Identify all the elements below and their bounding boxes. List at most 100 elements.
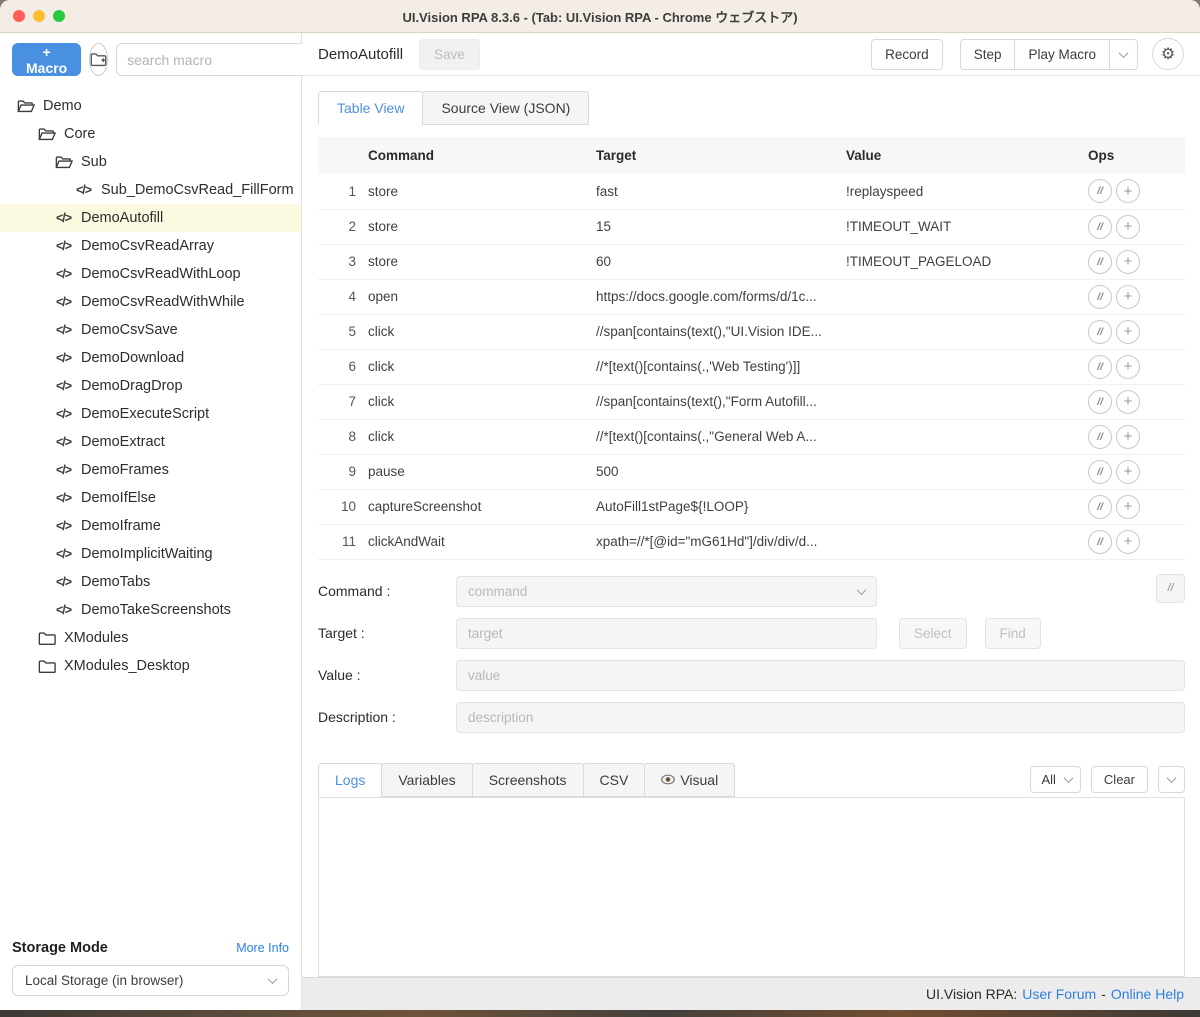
tree-item[interactable]: </> DemoCsvSave (0, 316, 301, 344)
storage-mode-select[interactable]: Local Storage (in browser) (12, 965, 289, 996)
description-input[interactable]: description (456, 702, 1185, 733)
tree-item[interactable]: </> DemoTakeScreenshots (0, 596, 301, 624)
add-step-button[interactable]: + (1116, 530, 1140, 554)
new-macro-button[interactable]: + Macro (12, 43, 81, 76)
tab-variables[interactable]: Variables (381, 763, 472, 797)
macro-step-row[interactable]: 3 store 60 !TIMEOUT_PAGELOAD // + (318, 244, 1185, 279)
tree-item[interactable]: XModules (0, 624, 301, 652)
clear-logs-button[interactable]: Clear (1091, 766, 1148, 793)
tree-item[interactable]: </> DemoAutofill (0, 204, 301, 232)
tree-item[interactable]: Sub (0, 148, 301, 176)
macro-code-icon: </> (54, 575, 73, 589)
more-info-link[interactable]: More Info (236, 941, 289, 955)
record-button[interactable]: Record (871, 39, 943, 70)
tree-item[interactable]: </> DemoCsvReadWithLoop (0, 260, 301, 288)
macro-step-row[interactable]: 8 click //*[text()[contains(.,"General W… (318, 419, 1185, 454)
add-step-button[interactable]: + (1116, 390, 1140, 414)
footer-prefix: UI.Vision RPA: (926, 986, 1017, 1002)
tree-item-label: DemoDragDrop (81, 378, 183, 394)
comment-step-button[interactable]: // (1088, 425, 1112, 449)
tree-item[interactable]: </> DemoFrames (0, 456, 301, 484)
comment-step-button[interactable]: // (1088, 495, 1112, 519)
tree-item[interactable]: </> DemoExecuteScript (0, 400, 301, 428)
online-help-link[interactable]: Online Help (1111, 986, 1184, 1002)
tree-item-label: DemoDownload (81, 350, 184, 366)
zoom-window-button[interactable] (53, 10, 65, 22)
tree-item-label: DemoCsvSave (81, 322, 178, 338)
save-button[interactable]: Save (419, 39, 480, 70)
comment-step-button[interactable]: // (1088, 215, 1112, 239)
macro-step-row[interactable]: 2 store 15 !TIMEOUT_WAIT // + (318, 209, 1185, 244)
step-value: !TIMEOUT_PAGELOAD (834, 244, 1076, 279)
tree-item[interactable]: </> DemoIfElse (0, 484, 301, 512)
tree-item-label: DemoIframe (81, 518, 161, 534)
step-command: store (356, 209, 584, 244)
step-value (834, 489, 1076, 524)
settings-button[interactable]: ⚙ (1152, 38, 1184, 70)
tree-item[interactable]: </> DemoImplicitWaiting (0, 540, 301, 568)
comment-step-button[interactable]: // (1088, 390, 1112, 414)
select-button[interactable]: Select (899, 618, 967, 649)
tree-item[interactable]: </> DemoCsvReadArray (0, 232, 301, 260)
collapse-panel-button[interactable] (1158, 766, 1185, 793)
play-macro-button[interactable]: Play Macro (1015, 39, 1110, 70)
macro-step-row[interactable]: 9 pause 500 // + (318, 454, 1185, 489)
current-macro-name: DemoAutofill (318, 46, 403, 63)
value-input[interactable]: value (456, 660, 1185, 691)
tree-item[interactable]: Demo (0, 92, 301, 120)
add-step-button[interactable]: + (1116, 285, 1140, 309)
close-window-button[interactable] (13, 10, 25, 22)
log-output-area[interactable] (318, 797, 1185, 978)
add-step-button[interactable]: + (1116, 215, 1140, 239)
macro-step-row[interactable]: 11 clickAndWait xpath=//*[@id="mG61Hd"]/… (318, 524, 1185, 559)
tab-table-view[interactable]: Table View (318, 91, 423, 125)
add-step-button[interactable]: + (1116, 460, 1140, 484)
tree-item[interactable]: Core (0, 120, 301, 148)
macro-step-row[interactable]: 7 click //span[contains(text(),"Form Aut… (318, 384, 1185, 419)
add-step-button[interactable]: + (1116, 179, 1140, 203)
step-button[interactable]: Step (960, 39, 1016, 70)
minimize-window-button[interactable] (33, 10, 45, 22)
play-options-button[interactable] (1110, 39, 1138, 70)
macro-step-row[interactable]: 6 click //*[text()[contains(.,'Web Testi… (318, 349, 1185, 384)
tree-item[interactable]: XModules_Desktop (0, 652, 301, 680)
add-step-button[interactable]: + (1116, 320, 1140, 344)
tree-item[interactable]: </> DemoCsvReadWithWhile (0, 288, 301, 316)
comment-step-button[interactable]: // (1088, 320, 1112, 344)
macro-step-row[interactable]: 1 store fast !replayspeed // + (318, 174, 1185, 209)
command-select[interactable]: command (456, 576, 877, 607)
tab-csv[interactable]: CSV (583, 763, 646, 797)
target-input[interactable]: target (456, 618, 877, 649)
find-button[interactable]: Find (985, 618, 1041, 649)
comment-step-button[interactable]: // (1088, 285, 1112, 309)
user-forum-link[interactable]: User Forum (1022, 986, 1096, 1002)
tree-item[interactable]: </> DemoIframe (0, 512, 301, 540)
comment-step-button[interactable]: // (1088, 530, 1112, 554)
comment-step-button[interactable]: // (1088, 460, 1112, 484)
tab-visual[interactable]: Visual (644, 763, 735, 797)
comment-step-button[interactable]: // (1088, 179, 1112, 203)
search-input[interactable] (127, 52, 308, 68)
add-step-button[interactable]: + (1116, 250, 1140, 274)
tree-item[interactable]: </> DemoExtract (0, 428, 301, 456)
comment-step-button[interactable]: // (1088, 355, 1112, 379)
tree-item[interactable]: </> DemoDownload (0, 344, 301, 372)
add-step-button[interactable]: + (1116, 355, 1140, 379)
new-folder-button[interactable] (89, 43, 108, 76)
macro-step-row[interactable]: 4 open https://docs.google.com/forms/d/1… (318, 279, 1185, 314)
tab-screenshots[interactable]: Screenshots (472, 763, 584, 797)
add-step-button[interactable]: + (1116, 495, 1140, 519)
tab-source-view[interactable]: Source View (JSON) (422, 91, 589, 125)
step-number: 10 (318, 489, 356, 524)
macro-step-row[interactable]: 5 click //span[contains(text(),"UI.Visio… (318, 314, 1185, 349)
comment-step-button[interactable]: // (1088, 250, 1112, 274)
tree-item[interactable]: </> Sub_DemoCsvRead_FillForm (0, 176, 301, 204)
step-target: 15 (584, 209, 834, 244)
macro-step-row[interactable]: 10 captureScreenshot AutoFill1stPage${!L… (318, 489, 1185, 524)
comment-toggle-button[interactable]: // (1156, 574, 1185, 603)
tree-item[interactable]: </> DemoTabs (0, 568, 301, 596)
tree-item[interactable]: </> DemoDragDrop (0, 372, 301, 400)
log-filter-select[interactable]: All (1030, 766, 1080, 793)
tab-logs[interactable]: Logs (318, 763, 382, 797)
add-step-button[interactable]: + (1116, 425, 1140, 449)
